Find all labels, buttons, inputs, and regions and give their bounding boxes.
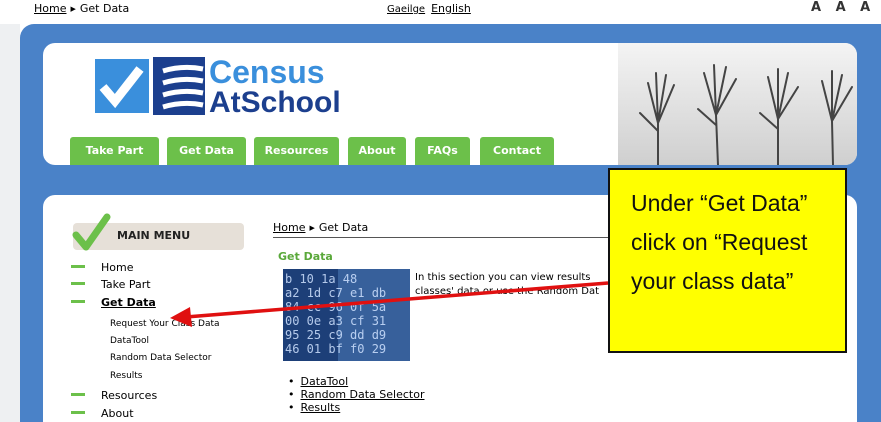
submenu-random-data-selector[interactable]: Random Data Selector <box>110 353 211 363</box>
menu-item-label: Get Data <box>101 296 156 309</box>
menu-dash-icon <box>71 300 85 303</box>
page-title: Get Data <box>278 250 333 263</box>
list-item: Random Data Selector <box>288 388 425 401</box>
raised-hands-image <box>618 43 857 165</box>
svg-text:95 25 c9 dd d9: 95 25 c9 dd d9 <box>285 328 386 342</box>
menu-dash-icon <box>71 265 85 268</box>
logo-waves-icon <box>153 57 205 115</box>
menu-item-home[interactable]: Home <box>71 261 133 274</box>
menu-item-about[interactable]: About <box>71 407 134 420</box>
menu-dash-icon <box>71 282 85 285</box>
menu-item-take-part[interactable]: Take Part <box>71 278 151 291</box>
nav-tab-get-data[interactable]: Get Data <box>167 137 246 165</box>
left-margin <box>0 24 20 422</box>
link-results[interactable]: Results <box>301 401 341 414</box>
svg-text:00 0e a3 cf 31: 00 0e a3 cf 31 <box>285 314 386 328</box>
logo-check-icon <box>95 59 149 113</box>
menu-item-label: Home <box>101 261 134 274</box>
intro-text: In this section you can view results cla… <box>415 272 600 297</box>
main-menu-header: MAIN MENU <box>72 213 244 251</box>
menu-item-label: Take Part <box>101 278 151 291</box>
submenu-datatool[interactable]: DataTool <box>110 336 149 346</box>
link-datatool[interactable]: DataTool <box>301 375 349 388</box>
top-breadcrumb: Home ▶ Get Data <box>34 2 129 15</box>
nav-tab-contact[interactable]: Contact <box>480 137 554 165</box>
svg-text:a2 1d c7 e1 db: a2 1d c7 e1 db <box>285 286 386 300</box>
menu-item-label: About <box>101 407 134 420</box>
language-gaeilge-link[interactable]: Gaeilge <box>387 4 425 15</box>
menu-item-get-data[interactable]: Get Data <box>71 296 156 309</box>
list-item: DataTool <box>288 375 425 388</box>
nav-tab-take-part[interactable]: Take Part <box>70 137 159 165</box>
content-breadcrumb: Home ▶ Get Data <box>273 221 653 238</box>
hex-data-image: b 10 1a 48 a2 1d c7 e1 db 84 cc 96 0f 5a… <box>283 269 410 361</box>
list-item: Results <box>288 401 425 414</box>
breadcrumb-arrow-icon: ▶ <box>70 5 76 13</box>
logo-text-census: Census <box>209 54 325 90</box>
svg-text:b 10 1a 48: b 10 1a 48 <box>285 272 357 286</box>
submenu-request-your-class-data[interactable]: Request Your Class Data <box>110 319 220 329</box>
menu-check-icon <box>72 213 111 251</box>
site-header: Census AtSchool Take Part Get Data Resou… <box>43 43 857 165</box>
svg-text:84 cc 96 0f 5a: 84 cc 96 0f 5a <box>285 300 386 314</box>
main-menu-title: MAIN MENU <box>117 229 191 242</box>
content-breadcrumb-home-link[interactable]: Home <box>273 221 305 234</box>
top-breadcrumb-current: Get Data <box>79 2 130 15</box>
nav-tab-faqs[interactable]: FAQs <box>415 137 470 165</box>
language-switcher: Gaeilge English <box>387 2 477 15</box>
submenu-results[interactable]: Results <box>110 371 143 381</box>
menu-dash-icon <box>71 393 85 396</box>
annotation-callout: Under “Get Data” click on “Request your … <box>608 168 847 353</box>
logo-text-atschool: AtSchool <box>209 86 341 119</box>
svg-text:46 01 bf f0 29: 46 01 bf f0 29 <box>285 342 386 356</box>
link-random-data-selector[interactable]: Random Data Selector <box>301 388 425 401</box>
callout-text: Under “Get Data” click on “Request your … <box>631 190 808 294</box>
content-breadcrumb-current: Get Data <box>318 221 369 234</box>
menu-item-label: Resources <box>101 389 158 402</box>
content-links: DataTool Random Data Selector Results <box>288 375 425 414</box>
language-english-link[interactable]: English <box>431 2 471 15</box>
nav-tab-about[interactable]: About <box>348 137 406 165</box>
text-size-controls[interactable]: A A A <box>811 0 875 15</box>
top-breadcrumb-home-link[interactable]: Home <box>34 2 66 15</box>
top-bar: Home ▶ Get Data Gaeilge English A A A <box>0 0 881 24</box>
breadcrumb-arrow-icon: ▶ <box>309 224 315 232</box>
menu-dash-icon <box>71 411 85 414</box>
nav-tab-resources[interactable]: Resources <box>254 137 339 165</box>
menu-item-resources[interactable]: Resources <box>71 389 157 402</box>
